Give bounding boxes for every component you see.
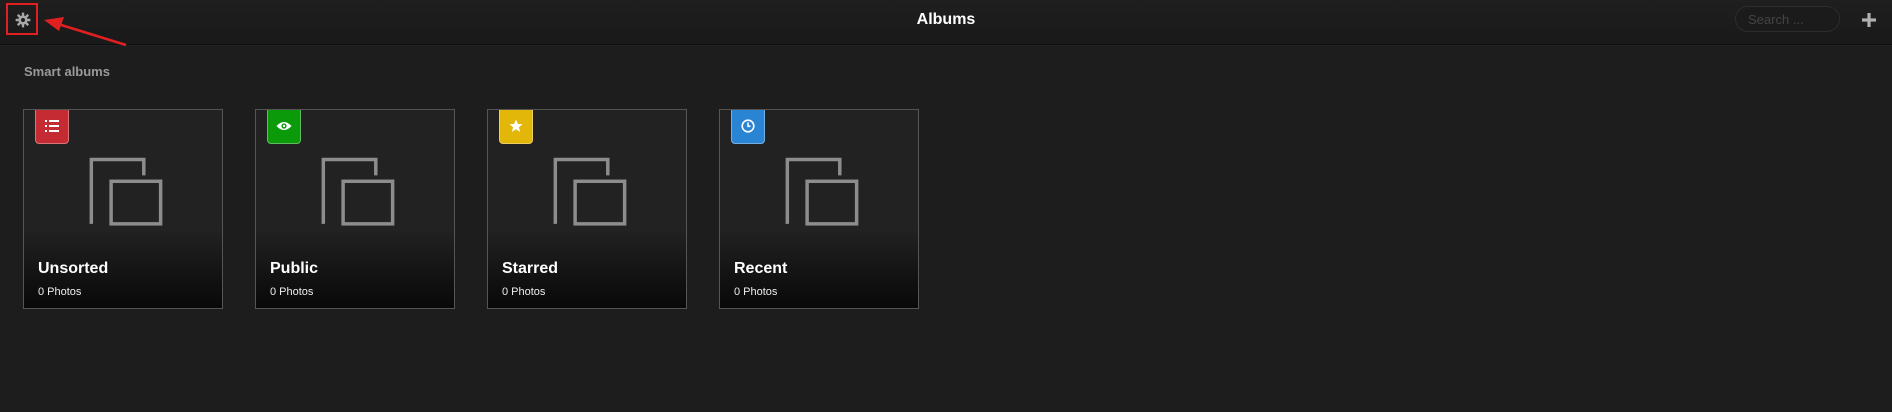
section-title: Smart albums bbox=[24, 64, 110, 79]
eye-icon bbox=[276, 122, 292, 130]
list-icon bbox=[45, 120, 59, 132]
album-badge bbox=[35, 110, 69, 144]
search-input[interactable] bbox=[1735, 6, 1840, 32]
album-photo-count: 0 Photos bbox=[734, 286, 778, 298]
album-badge bbox=[499, 110, 533, 144]
album-card-unsorted[interactable]: Unsorted 0 Photos bbox=[23, 109, 223, 309]
album-title: Starred bbox=[502, 260, 559, 277]
album-photo-count: 0 Photos bbox=[502, 286, 546, 298]
album-title: Public bbox=[270, 260, 319, 277]
page-title: Albums bbox=[916, 11, 976, 28]
album-title: Unsorted bbox=[38, 260, 109, 277]
album-badge bbox=[267, 110, 301, 144]
star-icon bbox=[509, 119, 523, 132]
plus-icon bbox=[1862, 13, 1876, 27]
album-badge bbox=[731, 110, 765, 144]
clock-icon bbox=[741, 119, 755, 133]
album-photo-count: 0 Photos bbox=[38, 286, 82, 298]
album-photo-count: 0 Photos bbox=[270, 286, 314, 298]
header-bar: Albums bbox=[0, 0, 1892, 45]
album-card-starred[interactable]: Starred 0 Photos bbox=[487, 109, 687, 309]
album-card-recent[interactable]: Recent 0 Photos bbox=[719, 109, 919, 309]
add-button[interactable] bbox=[1858, 9, 1880, 31]
album-card-public[interactable]: Public 0 Photos bbox=[255, 109, 455, 309]
album-title: Recent bbox=[734, 260, 788, 277]
